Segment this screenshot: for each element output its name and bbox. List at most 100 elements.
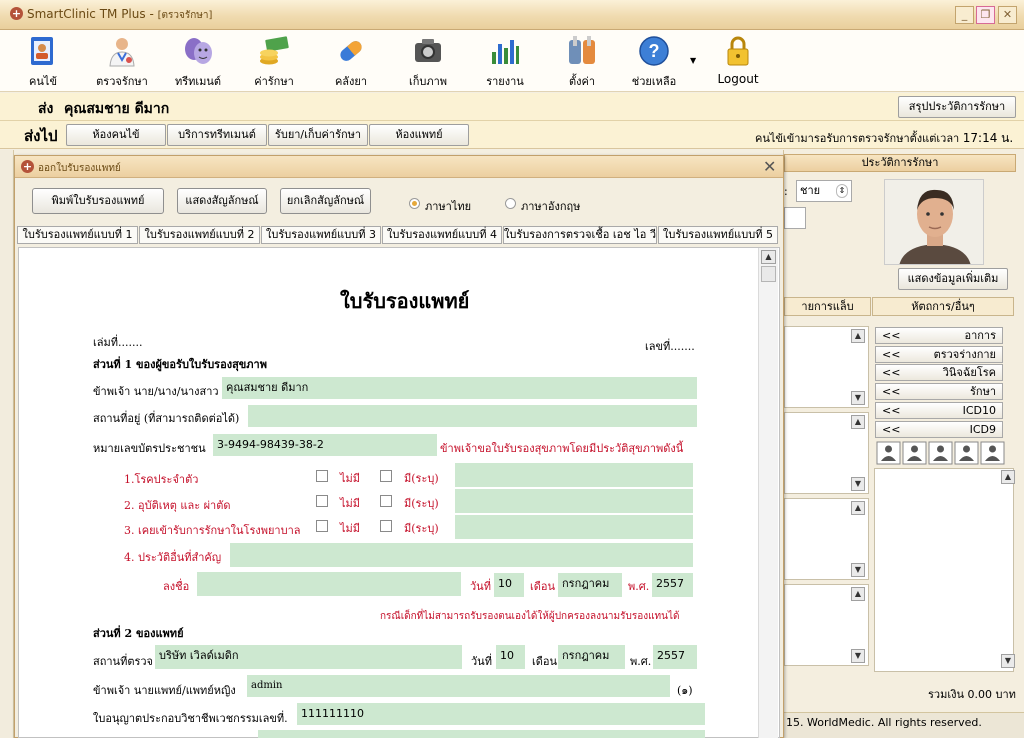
- tab-certificate-5[interactable]: ใบรับรองแพทย์แบบที่ 5: [658, 226, 778, 244]
- show-signature-button[interactable]: แสดงสัญลักษณ์: [177, 188, 267, 214]
- tab-certificate-3[interactable]: ใบรับรองแพทย์แบบที่ 3: [261, 226, 381, 244]
- history-hospital-no-label: ไม่มี: [340, 522, 361, 535]
- tab-hiv-certificate[interactable]: ใบรับรองการตรวจเชื้อ เอช ไอ วี: [503, 226, 657, 244]
- history-chronic-no-checkbox[interactable]: [316, 470, 328, 482]
- patient-photo: [884, 179, 984, 265]
- exam-place-field[interactable]: บริษัท เวิลด์เมดิก: [155, 645, 462, 669]
- scroll-up-icon[interactable]: ▲: [1001, 470, 1015, 484]
- window-title: SmartClinic TM Plus - [ตรวจรักษา]: [27, 7, 213, 21]
- send-patient-room-button[interactable]: ห้องคนไข้: [66, 124, 166, 146]
- next-field-partial[interactable]: [258, 730, 705, 738]
- tab-certificate-4[interactable]: ใบรับรองแพทย์แบบที่ 4: [382, 226, 502, 244]
- help-dropdown-arrow-icon[interactable]: ▼: [690, 56, 696, 65]
- sign-month-label: เดือน: [530, 580, 556, 593]
- toolbar-report-button[interactable]: รายงาน: [465, 32, 545, 90]
- scroll-up-icon[interactable]: ▲: [851, 415, 865, 429]
- history-icd10-button[interactable]: << ICD10: [875, 402, 1003, 419]
- document-scrollbar[interactable]: ▲: [758, 248, 778, 738]
- history-accident-no-checkbox[interactable]: [316, 495, 328, 507]
- tab-lab[interactable]: ายการแล็บ: [784, 297, 871, 316]
- toolbar-settings-button[interactable]: ตั้งค่า: [542, 32, 622, 90]
- scroll-down-icon[interactable]: ▼: [851, 649, 865, 663]
- dialog-close-icon[interactable]: ✕: [763, 157, 776, 176]
- history-hospital-no-checkbox[interactable]: [316, 520, 328, 532]
- scroll-down-icon[interactable]: ▼: [851, 477, 865, 491]
- send-to-label: ส่งไป: [24, 127, 58, 145]
- history-label-accident: 2. อุบัติเหตุ และ ผ่าตัด: [124, 499, 231, 512]
- history-icd9-button[interactable]: << ICD9: [875, 421, 1003, 438]
- history-physical-exam-button[interactable]: << ตรวจร่างกาย: [875, 346, 1003, 363]
- applicant-name-field[interactable]: คุณสมชาย ดีมาก: [222, 377, 697, 399]
- copyright-text: 15. WorldMedic. All rights reserved.: [786, 716, 982, 729]
- scroll-up-icon[interactable]: ▲: [851, 329, 865, 343]
- toolbar-pharmacy-button[interactable]: คลังยา: [311, 32, 391, 90]
- tab-procedure-other[interactable]: หัตถการ/อื่นๆ: [872, 297, 1014, 316]
- right-field-box[interactable]: [784, 207, 806, 229]
- other-history-field[interactable]: [230, 543, 693, 567]
- history-accident-yes-checkbox[interactable]: [380, 495, 392, 507]
- doctor-suffix: (๑): [677, 684, 693, 697]
- toolbar-treatment-label: ทรีทเมนต์: [174, 75, 222, 88]
- exam-year-field[interactable]: 2557: [653, 645, 697, 669]
- history-diagnosis-button[interactable]: << วินิจฉัยโรค: [875, 364, 1003, 381]
- license-label: ใบอนุญาตประกอบวิชาชีพเวชกรรมเลขที่.: [93, 712, 288, 725]
- toolbar-fee-button[interactable]: ค่ารักษา: [234, 32, 314, 90]
- document-number: เลขที่.......: [645, 340, 695, 353]
- address-field[interactable]: [248, 405, 697, 427]
- lang-english-radio[interactable]: [505, 198, 516, 209]
- exam-day-field[interactable]: 10: [496, 645, 525, 669]
- history-detail-box[interactable]: [874, 468, 1014, 672]
- toolbar-examine-button[interactable]: ตรวจรักษา: [82, 32, 162, 90]
- exam-place-label: สถานที่ตรวจ: [93, 655, 153, 668]
- doctor-name-field[interactable]: admin: [247, 675, 670, 697]
- left-panel-edge: [0, 150, 14, 738]
- sign-month-field[interactable]: กรกฎาคม: [558, 573, 622, 597]
- sign-year-field[interactable]: 2557: [652, 573, 693, 597]
- toolbar-examine-label: ตรวจรักษา: [96, 75, 148, 88]
- history-hospital-detail-field[interactable]: [455, 515, 693, 539]
- history-accident-detail-field[interactable]: [455, 489, 693, 513]
- show-more-info-button[interactable]: แสดงข้อมูลเพิ่มเติม: [898, 268, 1008, 290]
- title-bar: + SmartClinic TM Plus - [ตรวจรักษา] _ ❐ …: [0, 0, 1024, 30]
- applicant-signature-field[interactable]: [197, 572, 461, 596]
- toolbar-logout-button[interactable]: Logout: [698, 32, 778, 90]
- scroll-thumb[interactable]: [761, 266, 776, 282]
- license-number-field[interactable]: 111111110: [297, 703, 705, 725]
- scroll-down-icon[interactable]: ▼: [1001, 654, 1015, 668]
- sign-day-field[interactable]: 10: [494, 573, 524, 597]
- gender-select[interactable]: ชาย ⇕: [796, 180, 852, 202]
- scroll-down-icon[interactable]: ▼: [851, 391, 865, 405]
- history-chronic-detail-field[interactable]: [455, 463, 693, 487]
- toolbar-help-button[interactable]: ? ช่วยเหลือ: [614, 32, 694, 90]
- send-pharmacy-billing-button[interactable]: รับยา/เก็บค่ารักษา: [268, 124, 368, 146]
- tab-certificate-2[interactable]: ใบรับรองแพทย์แบบที่ 2: [139, 226, 260, 244]
- cancel-signature-button[interactable]: ยกเลิกสัญลักษณ์: [280, 188, 371, 214]
- sign-year-label: พ.ศ.: [628, 580, 650, 593]
- lang-thai-radio[interactable]: [409, 198, 420, 209]
- history-chronic-yes-checkbox[interactable]: [380, 470, 392, 482]
- toolbar-patient-button[interactable]: คนไข้: [3, 32, 83, 90]
- toolbar-treatment-button[interactable]: ทรีทเมนต์: [158, 32, 238, 90]
- scroll-down-icon[interactable]: ▼: [851, 563, 865, 577]
- send-doctor-room-button[interactable]: ห้องแพทย์: [369, 124, 469, 146]
- history-symptom-button[interactable]: << อาการ: [875, 327, 1003, 344]
- scroll-up-icon[interactable]: ▲: [851, 587, 865, 601]
- restore-button[interactable]: ❐: [976, 6, 995, 24]
- minimize-button[interactable]: _: [955, 6, 974, 24]
- send-label: ส่ง: [38, 101, 54, 117]
- history-treatment-button[interactable]: << รักษา: [875, 383, 1003, 400]
- treatment-summary-button[interactable]: สรุปประวัติการรักษา: [898, 96, 1016, 118]
- tab-certificate-1[interactable]: ใบรับรองแพทย์แบบที่ 1: [17, 226, 138, 244]
- history-hospital-yes-checkbox[interactable]: [380, 520, 392, 532]
- toolbar-photo-button[interactable]: เก็บภาพ: [388, 32, 468, 90]
- scroll-up-icon[interactable]: ▲: [761, 250, 776, 264]
- scroll-up-icon[interactable]: ▲: [851, 501, 865, 515]
- idcard-field[interactable]: 3-9494-98439-38-2: [213, 434, 437, 456]
- history-tab[interactable]: ประวัติการรักษา: [784, 154, 1016, 172]
- send-treatment-service-button[interactable]: บริการทรีทเมนต์: [167, 124, 267, 146]
- toolbar-settings-label: ตั้งค่า: [568, 75, 596, 88]
- exam-month-field[interactable]: กรกฎาคม: [558, 645, 625, 669]
- close-window-button[interactable]: ✕: [998, 6, 1017, 24]
- print-certificate-button[interactable]: พิมพ์ใบรับรองแพทย์: [32, 188, 164, 214]
- app-logo-icon: +: [10, 7, 23, 20]
